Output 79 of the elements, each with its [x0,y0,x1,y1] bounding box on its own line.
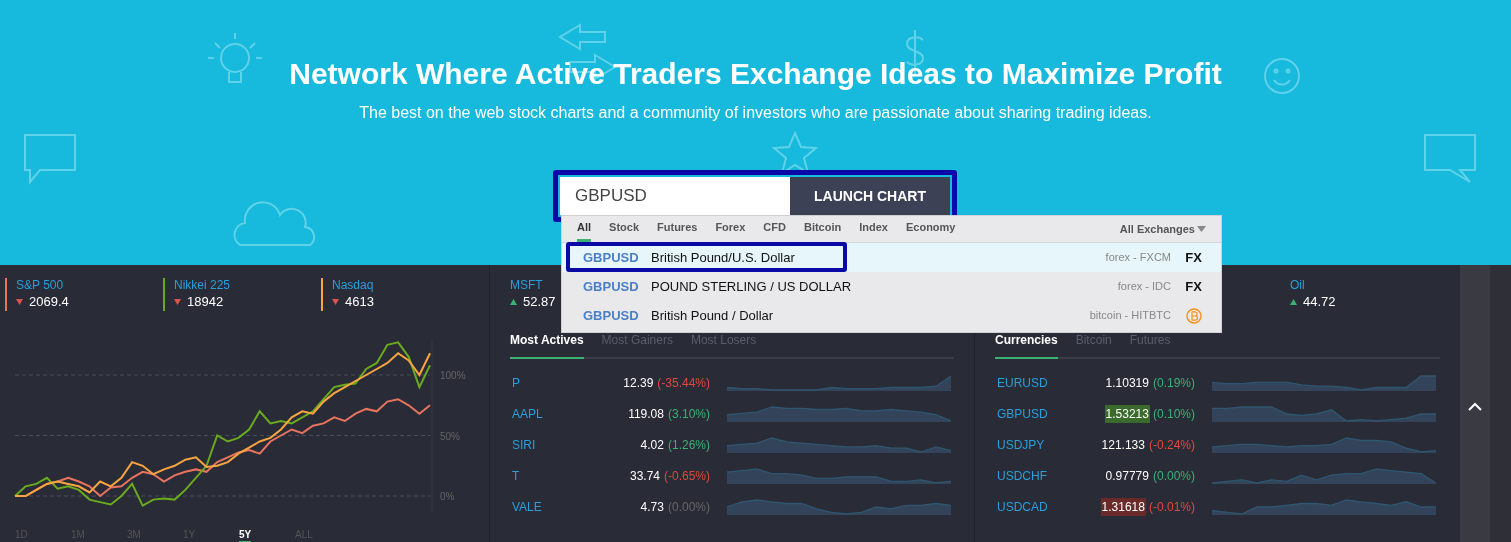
result-row[interactable]: GBPUSD British Pound / Dollar bitcoin - HITBTC [562,301,1221,330]
index-ticker[interactable]: S&P 500 2069.4 [5,278,158,311]
hero-title: Network Where Active Traders Exchange Ideas to Maximize Profit [289,56,1222,92]
percent-change: (0.00%) [1152,467,1195,485]
price: 1.31618 [1100,497,1146,516]
result-symbol: GBPUSD [582,306,639,325]
market-ticker[interactable]: MSFT 52.87 [510,278,556,310]
result-source: forex - FXCM [1105,250,1171,266]
hero-subtitle: The best on the web stock charts and a community of investors who are passionate about sharing trading ideas. [359,103,1152,123]
ticker-name: Nikkei 225 [174,278,231,293]
result-symbol: GBPUSD [582,248,639,267]
panel-tab[interactable]: Currencies [995,331,1058,359]
percent-change: (-0.01%) [1149,498,1195,516]
percent-change: (0.10%) [1152,405,1195,423]
symbol-link[interactable]: P [510,373,600,392]
bitcoin-icon [1185,307,1202,324]
filter-tab[interactable]: Economy [905,216,956,242]
ticker-value: 4613 [345,293,374,310]
exchange-filter[interactable]: All Exchanges [1119,220,1195,238]
fx-label: FX [1185,277,1202,296]
symbol-link[interactable]: SIRI [510,435,600,454]
ticker-name: S&P 500 [16,278,64,293]
fx-label: FX [1185,248,1202,267]
symbol-link[interactable]: USDJPY [995,435,1085,454]
market-ticker[interactable]: Oil 44.72 [1290,278,1336,310]
symbol-link[interactable]: AAPL [510,404,600,423]
price: 12.39 [622,374,655,392]
filter-tab[interactable]: Index [859,216,888,242]
filter-tab[interactable]: All [577,216,592,242]
filter-tab[interactable]: Futures [657,216,698,242]
percent-change: (-0.65%) [664,467,710,485]
result-description: British Pound/U.S. Dollar [650,248,795,267]
ticker-name: Oil [1290,278,1305,293]
filter-tab[interactable]: Forex [715,216,746,242]
symbol-link[interactable]: EURUSD [995,373,1085,392]
symbol-link[interactable]: T [510,466,600,485]
ticker-value: 18942 [187,293,224,310]
symbol-link[interactable]: USDCHF [995,466,1085,485]
ticker-name: Nasdaq [332,278,374,293]
price: 33.74 [628,467,661,485]
index-ticker[interactable]: Nikkei 225 18942 [163,278,316,311]
result-description: British Pound / Dollar [650,306,774,325]
panel-tab[interactable]: Most Actives [510,331,584,359]
filter-tab[interactable]: Stock [609,216,640,242]
symbol-link[interactable]: USDCAD [995,497,1085,516]
price: 0.97779 [1104,467,1150,485]
percent-change: (1.26%) [667,436,710,454]
price: 1.53213 [1104,404,1150,423]
result-source: forex - IDC [1117,279,1171,295]
price: 1.10319 [1104,374,1150,392]
range-button[interactable]: 5Y [239,529,252,542]
result-symbol: GBPUSD [582,277,639,296]
ticker-value: 2069.4 [29,293,69,310]
launch-chart-button[interactable]: LAUNCH CHART [790,177,950,215]
result-description: POUND STERLING / US DOLLAR [650,277,852,296]
result-row[interactable]: GBPUSD British Pound/U.S. Dollar forex - FXCM FX [562,243,1221,272]
price: 121.133 [1100,436,1146,454]
caret-down-icon [1197,226,1206,232]
percent-change: (3.10%) [667,405,710,423]
price: 119.08 [627,405,665,423]
result-source: bitcoin - HITBTC [1089,308,1171,324]
symbol-link[interactable]: VALE [510,497,600,516]
index-ticker[interactable]: Nasdaq 4613 [321,278,474,311]
percent-change: (-0.24%) [1149,436,1195,454]
ticker-value: 44.72 [1303,293,1336,310]
price: 4.02 [639,436,665,454]
ticker-value: 52.87 [523,293,556,310]
result-row[interactable]: GBPUSD POUND STERLING / US DOLLAR forex - IDC FX [562,272,1221,301]
chevron-up-icon[interactable] [1468,402,1482,411]
percent-change: (0.00%) [667,498,710,516]
filter-tab[interactable]: Bitcoin [803,216,842,242]
price: 4.73 [639,498,665,516]
percent-change: (-35.44%) [657,374,710,392]
smiley-icon [1262,56,1302,96]
percent-change: (0.19%) [1152,374,1195,392]
ticker-name: MSFT [510,278,543,293]
search-field[interactable]: GBPUSD [560,177,790,215]
filter-tab[interactable]: CFD [763,216,786,242]
symbol-link[interactable]: GBPUSD [995,404,1085,423]
